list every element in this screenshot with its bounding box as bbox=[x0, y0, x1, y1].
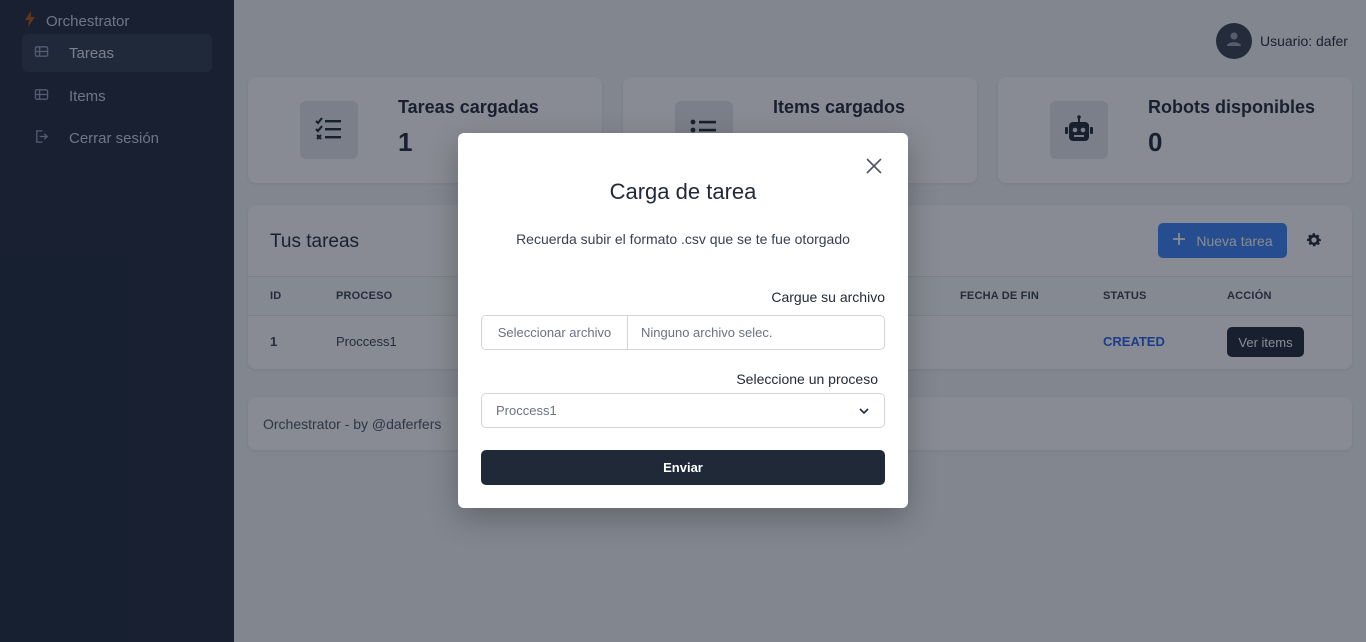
file-name: Ninguno archivo selec. bbox=[641, 325, 773, 340]
close-icon[interactable] bbox=[864, 156, 884, 176]
process-label: Seleccione un proceso bbox=[736, 371, 878, 387]
file-input[interactable]: Seleccionar archivo Ninguno archivo sele… bbox=[481, 315, 885, 350]
process-select[interactable]: Proccess1 bbox=[481, 393, 885, 428]
submit-button[interactable]: Enviar bbox=[481, 450, 885, 485]
file-label: Cargue su archivo bbox=[771, 289, 885, 305]
select-file-button[interactable]: Seleccionar archivo bbox=[482, 316, 628, 349]
process-select-value: Proccess1 bbox=[496, 403, 557, 418]
upload-task-modal: Carga de tarea Recuerda subir el formato… bbox=[458, 133, 908, 508]
modal-title: Carga de tarea bbox=[609, 179, 757, 204]
modal-subtitle: Recuerda subir el formato .csv que se te… bbox=[516, 231, 850, 247]
